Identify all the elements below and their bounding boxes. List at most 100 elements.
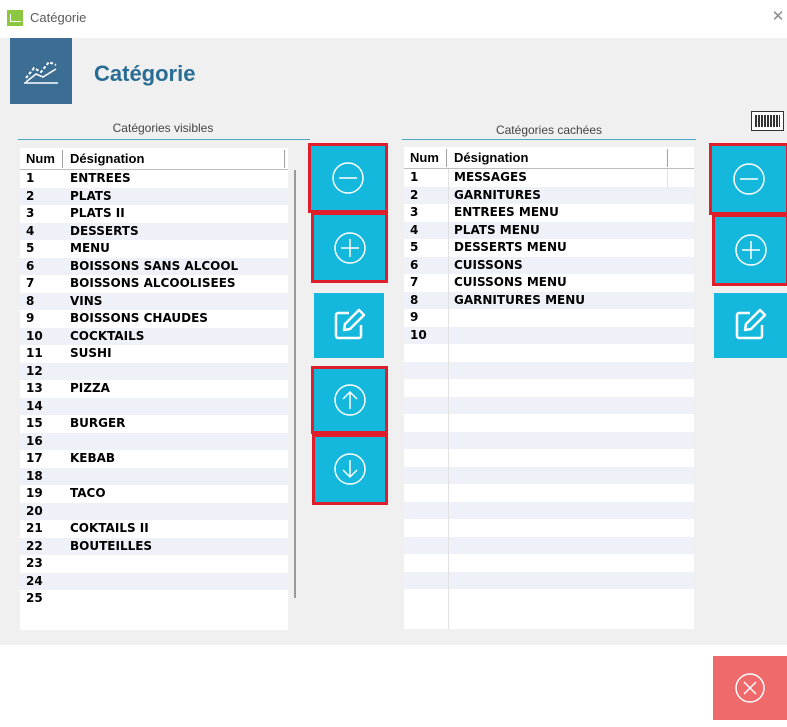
row-designation: PLATS MENU (454, 222, 540, 237)
row-designation: PLATS (70, 188, 112, 203)
chart-trend-icon (24, 60, 58, 84)
visible-list-scrollbar[interactable] (294, 170, 296, 598)
edit-hidden-button[interactable] (714, 293, 787, 358)
row-designation: DESSERTS MENU (454, 240, 567, 254)
table-row[interactable]: 21 COKTAILS II (20, 520, 288, 538)
row-num: 17 (26, 451, 43, 465)
row-designation: CUISSONS (454, 257, 523, 272)
column-designation-header[interactable]: Désignation (70, 151, 144, 166)
table-row[interactable]: 25 (20, 590, 288, 608)
row-num: 5 (26, 241, 35, 255)
row-designation: COCKTAILS (70, 328, 145, 343)
move-down-button[interactable] (312, 434, 388, 505)
row-designation: TACO (70, 486, 106, 500)
visible-group-line (18, 139, 310, 140)
page-title: Catégorie (94, 61, 196, 86)
edit-icon (334, 308, 366, 340)
table-row[interactable]: 20 (20, 502, 288, 520)
row-designation: KEBAB (70, 451, 116, 465)
row-num: 6 (26, 258, 35, 273)
row-num: 7 (26, 276, 35, 290)
table-row[interactable]: 3 PLATS II (20, 205, 288, 223)
row-num: 11 (26, 346, 43, 360)
row-num: 9 (26, 311, 35, 325)
window-titlebar: Catégorie ✕ (0, 0, 787, 38)
column-gridline (448, 169, 449, 629)
table-row[interactable]: 17 KEBAB (20, 450, 288, 468)
row-num: 2 (410, 187, 419, 202)
table-row[interactable]: 15 BURGER (20, 415, 288, 433)
row-num: 13 (26, 381, 43, 395)
visible-categories-list[interactable]: Num Désignation 1 ENTREES 2 PLATS 3 PLATS II 4… (20, 148, 288, 630)
row-designation: MENU (70, 241, 110, 255)
row-designation: GARNITURES (454, 187, 541, 202)
row-designation: DESSERTS (70, 223, 139, 238)
row-num: 1 (410, 170, 419, 184)
column-separator (667, 149, 668, 167)
table-row[interactable]: 10 COCKTAILS (20, 327, 288, 345)
row-num: 5 (410, 240, 419, 254)
table-row[interactable]: 8 VINS (20, 292, 288, 310)
table-row[interactable]: 24 (20, 572, 288, 590)
add-visible-button[interactable] (311, 212, 388, 283)
row-designation: BOUTEILLES (70, 538, 153, 553)
row-num: 19 (26, 486, 43, 500)
hidden-group-line (402, 139, 696, 140)
visible-rows: 1 ENTREES 2 PLATS 3 PLATS II 4 DESSERTS 5 MENU 6 BO… (20, 170, 288, 608)
row-num: 9 (410, 310, 419, 324)
row-num: 8 (26, 293, 35, 308)
row-num: 10 (410, 327, 427, 342)
row-num: 18 (26, 468, 43, 483)
plus-circle-icon (735, 234, 767, 266)
close-button[interactable] (713, 656, 787, 720)
column-designation-header[interactable]: Désignation (454, 150, 528, 165)
table-row[interactable]: 22 BOUTEILLES (20, 537, 288, 555)
edit-visible-button[interactable] (314, 293, 384, 358)
row-designation: CUISSONS MENU (454, 275, 567, 289)
table-row[interactable]: 2 PLATS (20, 187, 288, 205)
table-row[interactable]: 1 ENTREES (20, 170, 288, 188)
list-header: Num Désignation (20, 148, 288, 170)
row-designation: BURGER (70, 416, 126, 430)
table-row[interactable]: 9 BOISSONS CHAUDES (20, 310, 288, 328)
table-row[interactable]: 4 DESSERTS (20, 222, 288, 240)
remove-visible-button[interactable] (308, 143, 388, 213)
table-row[interactable]: 13 PIZZA (20, 380, 288, 398)
hidden-categories-list[interactable]: Num Désignation 1 MESSAGES 2 GARNITURES 3 ENT… (404, 147, 694, 629)
hidden-categories-label: Catégories cachées (495, 123, 603, 137)
table-row[interactable]: 18 (20, 467, 288, 485)
column-separator (284, 150, 285, 168)
row-num: 8 (410, 292, 419, 307)
table-row[interactable]: 6 BOISSONS SANS ALCOOL (20, 257, 288, 275)
row-designation: BOISSONS ALCOOLISEES (70, 276, 236, 290)
move-up-button[interactable] (311, 366, 388, 434)
row-num: 20 (26, 503, 43, 518)
row-num: 22 (26, 538, 43, 553)
table-row[interactable]: 23 (20, 555, 288, 573)
list-header: Num Désignation (404, 147, 694, 169)
table-row[interactable]: 19 TACO (20, 485, 288, 503)
keyboard-icon[interactable] (751, 111, 784, 131)
row-num: 16 (26, 433, 43, 448)
table-row[interactable]: 14 (20, 397, 288, 415)
table-row[interactable]: 12 (20, 362, 288, 380)
arrow-up-circle-icon (334, 384, 366, 416)
window-close-icon[interactable]: ✕ (768, 7, 787, 25)
row-designation: SUSHI (70, 346, 112, 360)
row-num: 1 (26, 171, 35, 185)
add-hidden-button[interactable] (712, 214, 787, 286)
row-num: 7 (410, 275, 419, 289)
row-num: 6 (410, 257, 419, 272)
table-row[interactable]: 5 MENU (20, 240, 288, 258)
row-num: 4 (410, 222, 419, 237)
row-designation: VINS (70, 293, 103, 308)
table-row[interactable]: 11 SUSHI (20, 345, 288, 363)
table-row[interactable]: 7 BOISSONS ALCOOLISEES (20, 275, 288, 293)
column-separator (446, 149, 447, 167)
row-designation: BOISSONS CHAUDES (70, 311, 208, 325)
table-row[interactable]: 16 (20, 432, 288, 450)
remove-hidden-button[interactable] (709, 143, 787, 215)
column-num-header[interactable]: Num (26, 151, 55, 166)
column-num-header[interactable]: Num (410, 150, 439, 165)
edit-icon (735, 308, 767, 340)
